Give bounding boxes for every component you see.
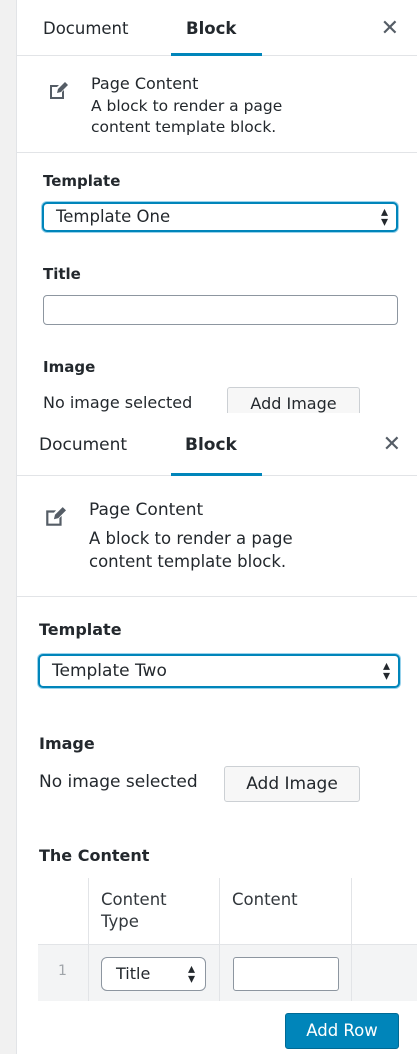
no-image-text: No image selected	[43, 393, 193, 412]
title-label: Title	[43, 265, 81, 283]
tab-block[interactable]: Block	[186, 0, 236, 55]
block-description-line-1: A block to render a page	[91, 97, 283, 115]
tab-document[interactable]: Document	[43, 0, 128, 55]
template-select-value: Template Two	[52, 661, 167, 681]
tab-block[interactable]: Block	[185, 413, 237, 475]
template-select[interactable]: Template One ▴ ▾	[42, 202, 398, 232]
editor-edge	[0, 0, 17, 413]
block-description-line-1: A block to render a page	[89, 529, 293, 548]
add-row-button[interactable]: Add Row	[285, 1013, 399, 1049]
add-image-button[interactable]: Add Image	[227, 387, 360, 413]
block-settings-panel-1: Document Block ✕ Page Content A block to…	[0, 0, 417, 413]
close-icon[interactable]: ✕	[381, 0, 399, 55]
select-arrows-icon: ▴ ▾	[382, 657, 390, 684]
content-repeater-table: Content Type Content 1 Title ▴ ▾	[38, 878, 417, 1003]
table-divider	[38, 944, 417, 945]
close-icon[interactable]: ✕	[383, 413, 401, 475]
select-arrows-icon: ▴ ▾	[380, 203, 388, 230]
no-image-text: No image selected	[39, 772, 198, 792]
template-select-value: Template One	[56, 207, 171, 226]
title-input[interactable]	[43, 295, 398, 325]
tab-document[interactable]: Document	[39, 413, 127, 475]
block-title: Page Content	[91, 74, 199, 93]
row-index: 1	[58, 963, 67, 979]
block-description-line-2: content template block.	[89, 552, 287, 571]
column-header-content-type-line2: Type	[101, 912, 139, 931]
editor-edge	[0, 413, 17, 1054]
block-title: Page Content	[89, 500, 204, 520]
template-select[interactable]: Template Two ▴ ▾	[38, 654, 400, 688]
content-type-select[interactable]: Title ▴ ▾	[101, 957, 206, 991]
table-row	[38, 944, 417, 1001]
select-arrows-icon: ▴ ▾	[187, 960, 195, 987]
image-label: Image	[43, 358, 96, 376]
template-label: Template	[39, 620, 122, 639]
add-image-button[interactable]: Add Image	[224, 766, 360, 802]
sidebar-tabs: Document Block ✕	[16, 413, 417, 476]
column-header-content: Content	[232, 890, 298, 909]
edit-icon	[50, 82, 68, 99]
content-label: The Content	[39, 846, 150, 865]
sidebar-tabs: Document Block ✕	[16, 0, 417, 56]
block-card: Page Content A block to render a page co…	[16, 56, 417, 153]
table-divider	[351, 878, 352, 1001]
block-card: Page Content A block to render a page co…	[16, 476, 417, 597]
table-divider	[219, 878, 220, 1001]
image-label: Image	[39, 734, 95, 753]
edit-icon	[46, 507, 66, 526]
content-type-value: Title	[116, 964, 151, 983]
block-description-line-2: content template block.	[91, 118, 277, 136]
template-label: Template	[43, 172, 121, 190]
table-divider	[88, 878, 89, 1001]
column-header-content-type-line1: Content	[101, 890, 167, 909]
content-input[interactable]	[233, 957, 339, 991]
